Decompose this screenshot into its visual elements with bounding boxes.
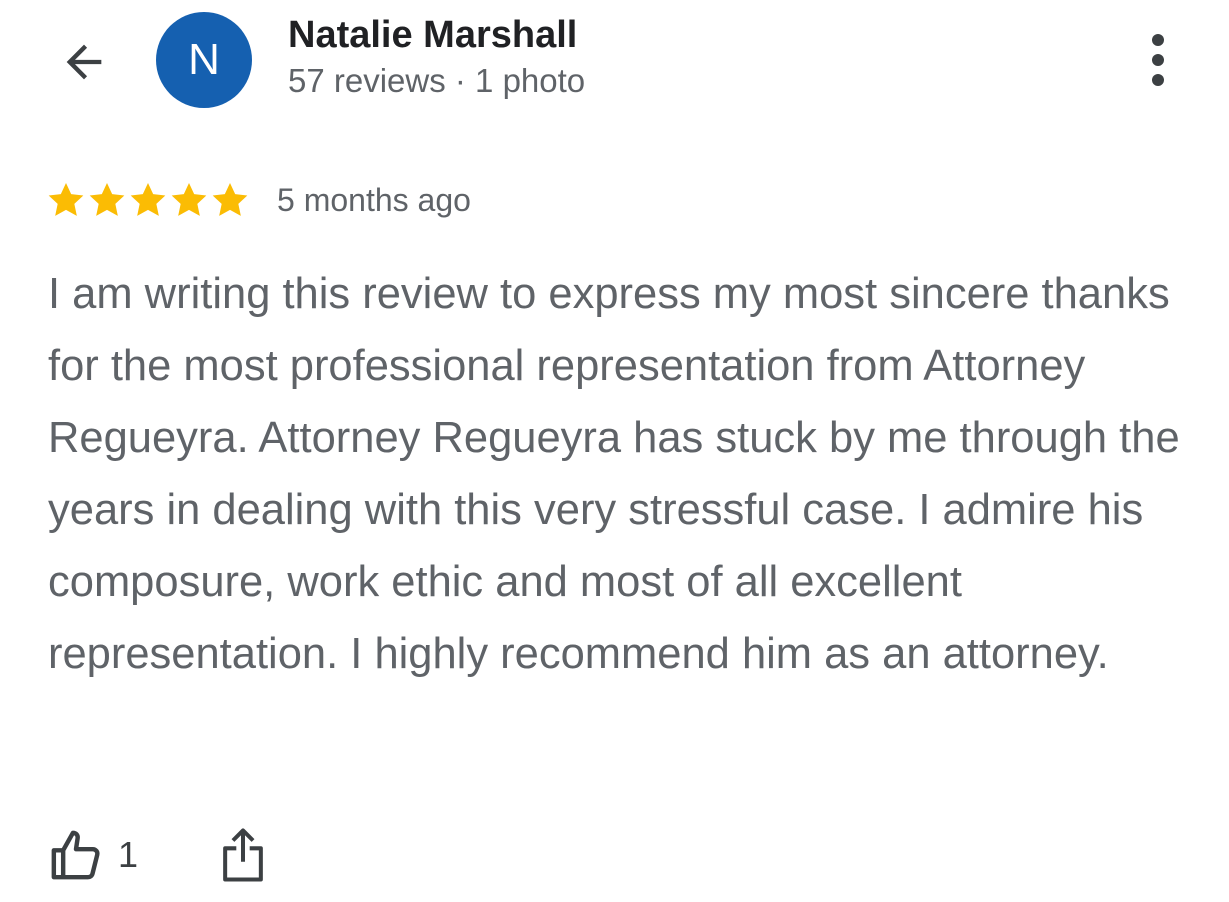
like-count: 1: [118, 834, 139, 875]
star-icon: [212, 183, 248, 216]
review-actions: 1: [48, 822, 266, 888]
review-date: 5 months ago: [277, 181, 471, 218]
share-button[interactable]: [220, 826, 266, 884]
share-icon: [223, 828, 263, 882]
rating-row: 5 months ago: [46, 178, 471, 222]
user-meta: 57 reviews · 1 photo: [288, 62, 586, 99]
user-name[interactable]: Natalie Marshall: [288, 14, 577, 57]
star-rating: [46, 180, 251, 220]
more-vert-icon: [1152, 34, 1164, 86]
star-icon: [171, 183, 207, 216]
back-button[interactable]: [56, 34, 112, 90]
avatar-letter: N: [188, 35, 220, 84]
star-icon: [48, 183, 84, 216]
more-options-button[interactable]: [1136, 30, 1180, 90]
arrow-left-icon: [66, 44, 102, 80]
thumbs-up-icon: [51, 830, 100, 880]
star-icon: [130, 183, 166, 216]
like-button[interactable]: 1: [48, 827, 138, 883]
avatar[interactable]: N: [156, 12, 252, 108]
review-text: I am writing this review to express my m…: [48, 270, 1180, 678]
star-icon: [89, 183, 125, 216]
